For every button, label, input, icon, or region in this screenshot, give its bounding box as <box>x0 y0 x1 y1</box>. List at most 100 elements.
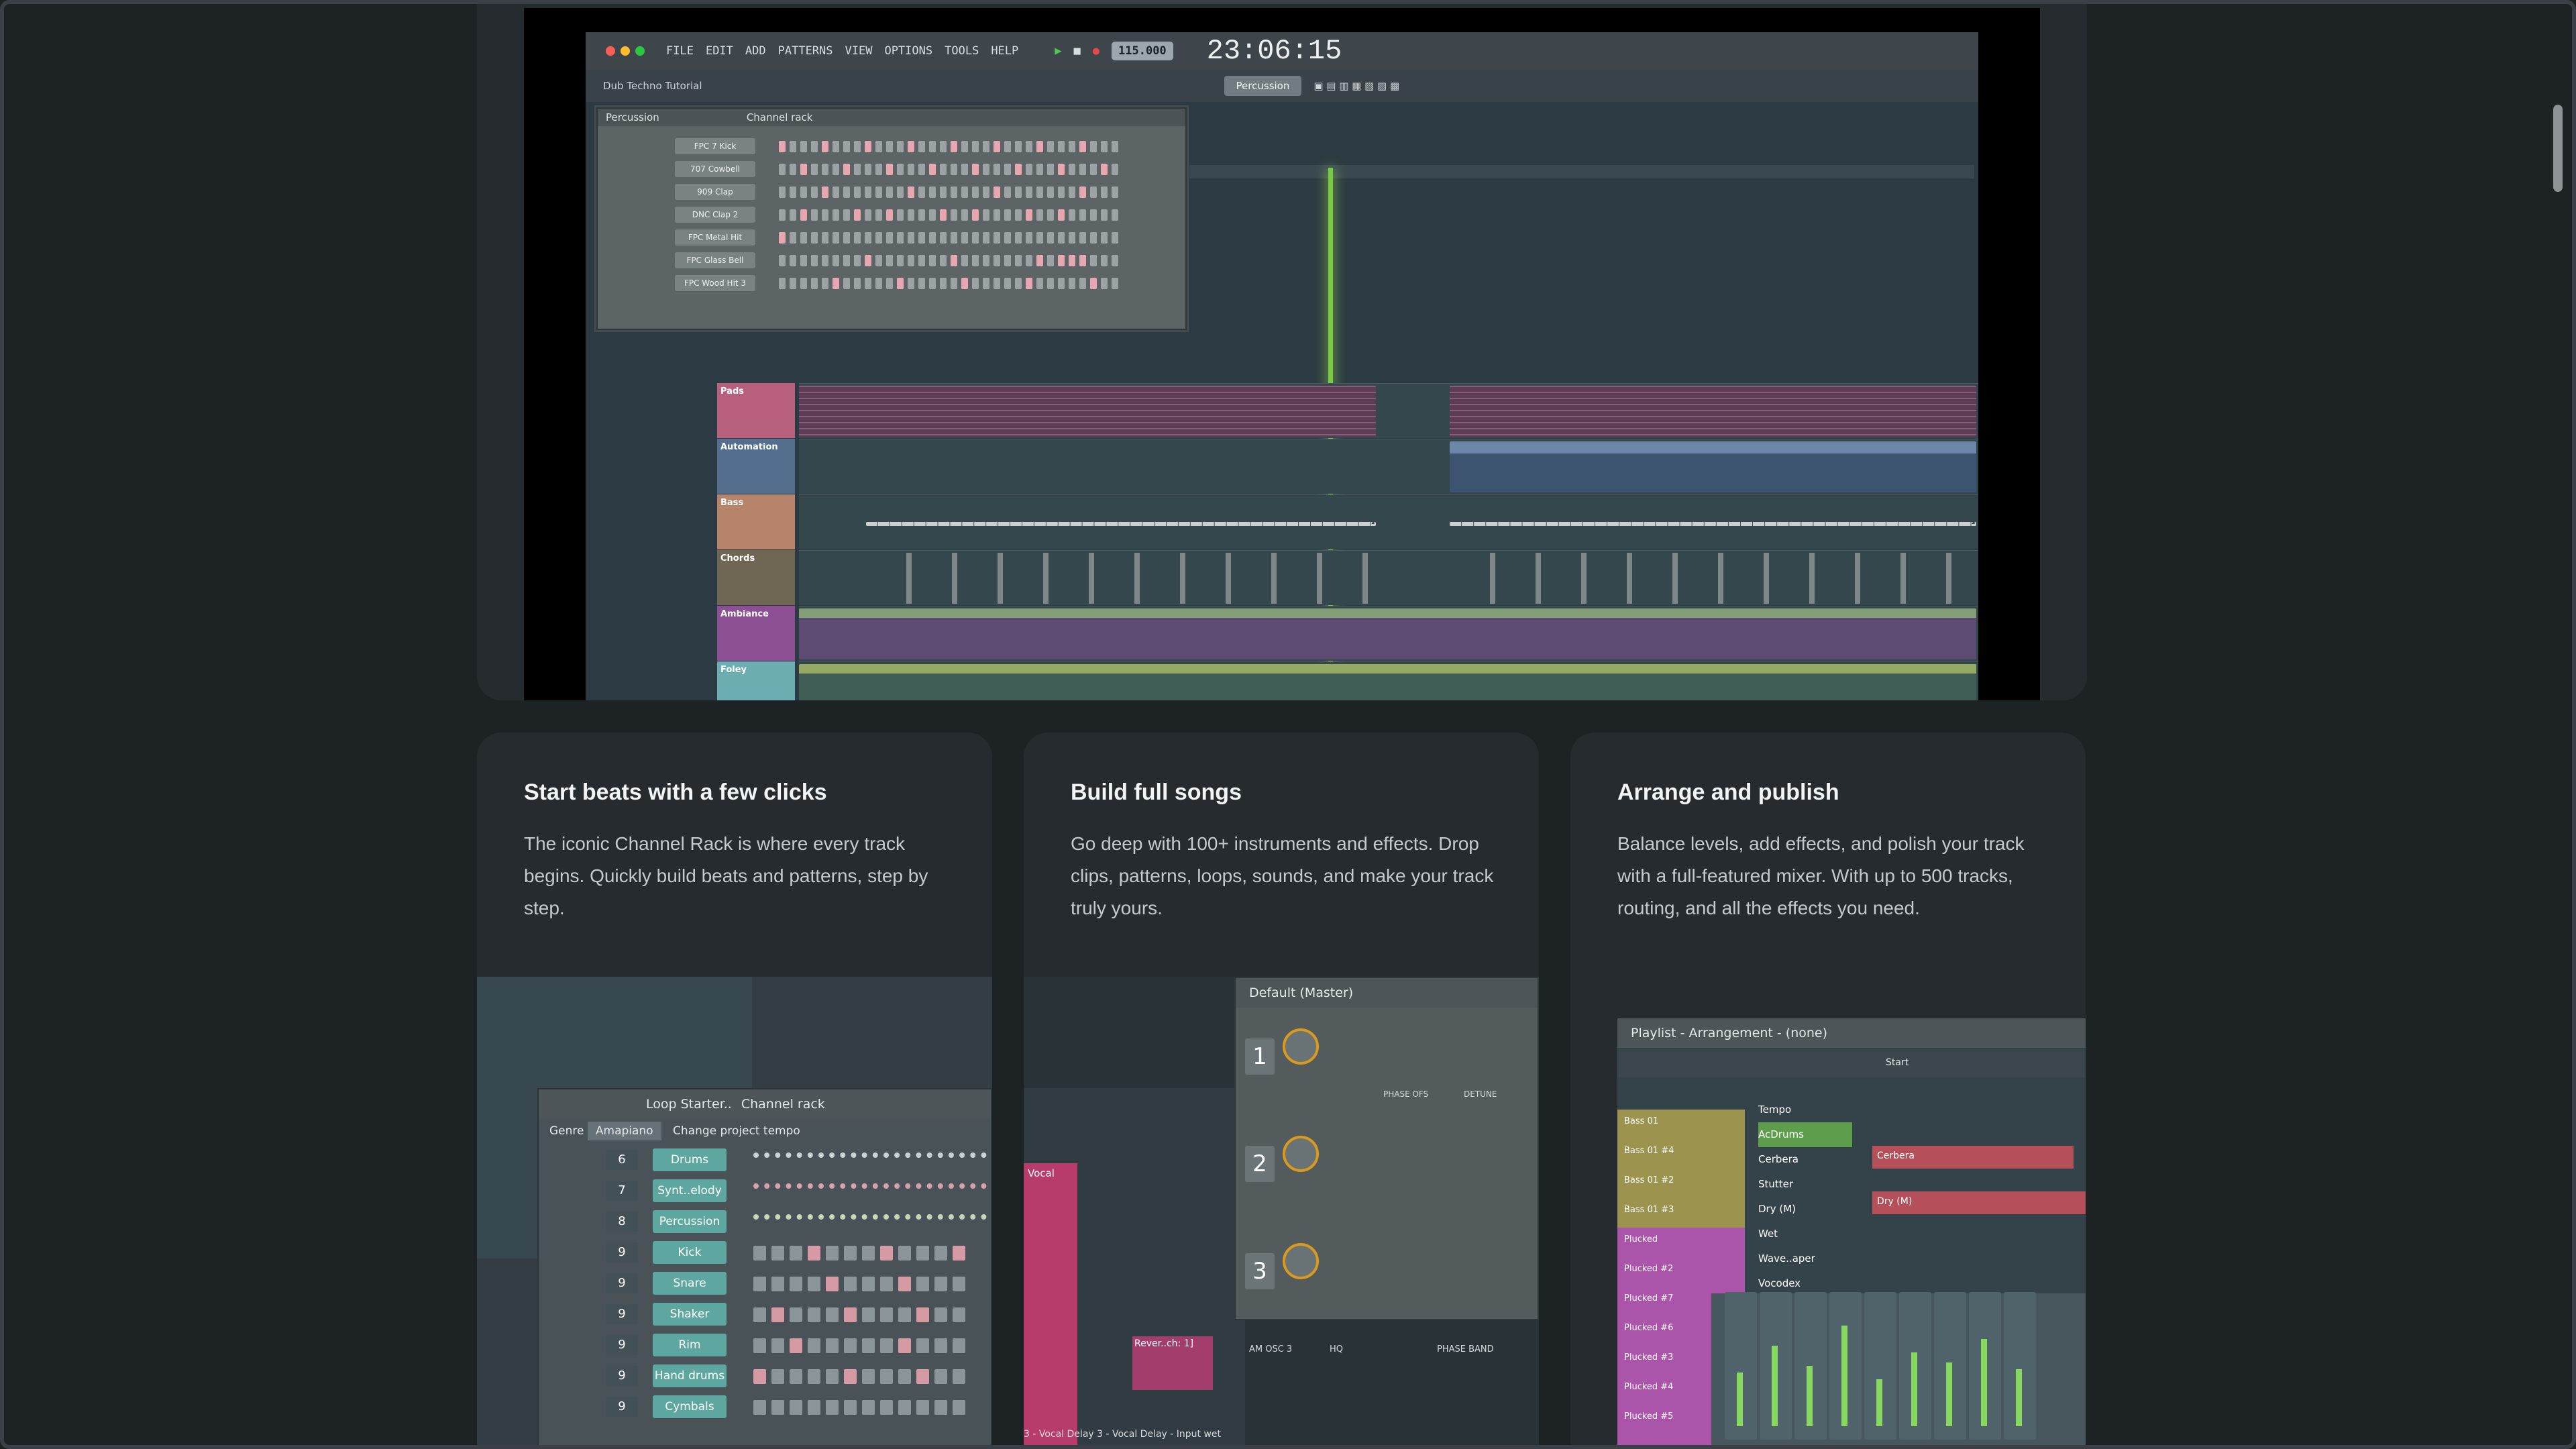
track-name[interactable]: Tempo <box>1758 1097 1852 1122</box>
rack-channel-name[interactable]: FPC Wood Hit 3 <box>675 275 755 291</box>
rack-channel-name[interactable]: 909 Clap <box>675 184 755 200</box>
track-lane[interactable] <box>799 550 1978 605</box>
channel-button[interactable]: Synt..elody <box>653 1179 727 1202</box>
channel-number[interactable]: 8 <box>606 1212 638 1232</box>
reverb-clip[interactable]: Rever..ch: 1] <box>1132 1336 1213 1390</box>
change-tempo-toggle[interactable]: Change project tempo <box>673 1124 800 1138</box>
menu-tools[interactable]: TOOLS <box>945 44 979 58</box>
track-lane[interactable] <box>799 661 1978 700</box>
record-icon[interactable]: ● <box>1093 44 1099 58</box>
rack-channel[interactable]: FPC Wood Hit 3 <box>598 274 1188 292</box>
arrangement-clip[interactable]: Cerbera <box>1872 1146 2074 1169</box>
channel-row[interactable]: 9 Shaker <box>539 1299 991 1330</box>
play-icon[interactable]: ▶ <box>1055 44 1061 58</box>
left-clip[interactable]: Bass 01 #4 <box>1617 1139 1745 1169</box>
left-clip[interactable]: Plucked #2 <box>1617 1257 1745 1287</box>
menu-view[interactable]: VIEW <box>845 44 873 58</box>
menu-edit[interactable]: EDIT <box>706 44 733 58</box>
playlist-track[interactable]: Bass <box>717 494 1978 549</box>
track-label[interactable]: Bass <box>717 494 795 549</box>
track-lane[interactable] <box>799 383 1978 438</box>
vocal-track[interactable]: Vocal <box>1024 1163 1077 1445</box>
track-lane[interactable] <box>799 439 1978 494</box>
channel-number[interactable]: 6 <box>606 1150 638 1170</box>
rack-pattern[interactable]: Percussion <box>606 111 659 123</box>
arrangement-title[interactable]: Playlist - Arrangement - (none) <box>1617 1018 2086 1048</box>
channel-row[interactable]: 7 Synt..elody <box>539 1175 991 1206</box>
track-label[interactable]: Automation <box>717 439 795 494</box>
channel-button[interactable]: Percussion <box>653 1210 727 1233</box>
rack-channel[interactable]: 909 Clap <box>598 182 1188 201</box>
oscillator-3[interactable]: 3 <box>1236 1226 1539 1327</box>
rack-channel-name[interactable]: 707 Cowbell <box>675 161 755 177</box>
left-clip[interactable]: Bass 01 #3 <box>1617 1198 1745 1228</box>
menu-add[interactable]: ADD <box>745 44 766 58</box>
track-label[interactable]: Chords <box>717 550 795 605</box>
menu-help[interactable]: HELP <box>991 44 1018 58</box>
pattern-selector[interactable]: Percussion <box>1224 76 1302 96</box>
tempo-display[interactable]: 115.000 <box>1112 42 1173 60</box>
track-name[interactable]: AcDrums <box>1758 1122 1852 1147</box>
sine-wave-icon[interactable] <box>1283 1243 1319 1279</box>
channel-row[interactable]: 8 Percussion <box>539 1206 991 1237</box>
page-scrollbar[interactable] <box>2553 105 2563 192</box>
playlist-start[interactable]: Start <box>1617 1051 2086 1077</box>
channel-button[interactable]: Cymbals <box>653 1395 727 1418</box>
channel-row[interactable]: 6 Drums <box>539 1144 991 1175</box>
arrangement-clip[interactable]: Dry (M) <box>1872 1191 2086 1214</box>
channel-number[interactable]: 9 <box>606 1273 638 1293</box>
playlist-track[interactable]: Ambiance <box>717 606 1978 661</box>
sine-wave-icon[interactable] <box>1283 1136 1319 1172</box>
track-name[interactable]: Cerbera <box>1758 1147 1852 1172</box>
rack-channel-name[interactable]: FPC 7 Kick <box>675 138 755 154</box>
rack-channel[interactable]: FPC Metal Hit <box>598 228 1188 247</box>
synth-title[interactable]: Default (Master) <box>1236 978 1538 1008</box>
track-label[interactable]: Pads <box>717 383 795 438</box>
channel-number[interactable]: 9 <box>606 1397 638 1417</box>
rack-channel[interactable]: FPC 7 Kick <box>598 137 1188 156</box>
channel-number[interactable]: 9 <box>606 1366 638 1386</box>
channel-row[interactable]: 9 Kick <box>539 1237 991 1268</box>
track-name[interactable]: Wet <box>1758 1222 1852 1246</box>
left-clip[interactable]: Plucked <box>1617 1228 1745 1257</box>
playlist-track[interactable]: Automation <box>717 439 1978 494</box>
tool-icons[interactable]: ▣ ▤ ▥ ▦ ▧ ▨ ▩ <box>1313 80 1399 92</box>
menu-file[interactable]: FILE <box>666 44 694 58</box>
channel-button[interactable]: Shaker <box>653 1303 727 1326</box>
track-name[interactable]: Stutter <box>1758 1172 1852 1197</box>
rack-channel[interactable]: DNC Clap 2 <box>598 205 1188 224</box>
playlist-track[interactable]: Foley <box>717 661 1978 700</box>
left-clip[interactable]: Bass 01 #2 <box>1617 1169 1745 1198</box>
track-label[interactable]: Foley <box>717 661 795 700</box>
channel-button[interactable]: Hand drums <box>653 1364 727 1387</box>
track-name[interactable]: Wave..aper <box>1758 1246 1852 1271</box>
playlist-track[interactable]: Pads <box>717 383 1978 438</box>
channel-rack-title-bar[interactable]: Percussion Channel rack <box>598 109 1185 126</box>
oscillator-2[interactable]: 2 <box>1236 1119 1539 1220</box>
track-name[interactable]: Dry (M) <box>1758 1197 1852 1222</box>
channel-number[interactable]: 9 <box>606 1242 638 1263</box>
sine-wave-icon[interactable] <box>1283 1028 1319 1065</box>
loop-starter[interactable]: Loop Starter.. <box>646 1097 732 1112</box>
channel-button[interactable]: Kick <box>653 1241 727 1264</box>
channel-number[interactable]: 9 <box>606 1304 638 1324</box>
playlist-track[interactable]: Chords <box>717 550 1978 605</box>
stop-icon[interactable]: ■ <box>1074 44 1081 58</box>
track-label[interactable]: Ambiance <box>717 606 795 661</box>
track-lane[interactable] <box>799 494 1978 549</box>
playlist-timeline[interactable] <box>1189 165 1974 178</box>
track-lane[interactable] <box>799 606 1978 661</box>
rack-channel[interactable]: 707 Cowbell <box>598 160 1188 178</box>
rack-channel-name[interactable]: DNC Clap 2 <box>675 207 755 223</box>
channel-button[interactable]: Drums <box>653 1148 727 1171</box>
channel-row[interactable]: 9 Hand drums <box>539 1360 991 1391</box>
channel-button[interactable]: Snare <box>653 1272 727 1295</box>
rack-channel-name[interactable]: FPC Glass Bell <box>675 252 755 268</box>
left-clip[interactable]: Bass 01 <box>1617 1110 1745 1139</box>
rack-channel[interactable]: FPC Glass Bell <box>598 251 1188 270</box>
genre-select[interactable]: Amapiano <box>587 1122 661 1140</box>
menu-patterns[interactable]: PATTERNS <box>778 44 833 58</box>
channel-number[interactable]: 9 <box>606 1335 638 1355</box>
channel-row[interactable]: 9 Snare <box>539 1268 991 1299</box>
channel-row[interactable]: 9 Cymbals <box>539 1391 991 1422</box>
